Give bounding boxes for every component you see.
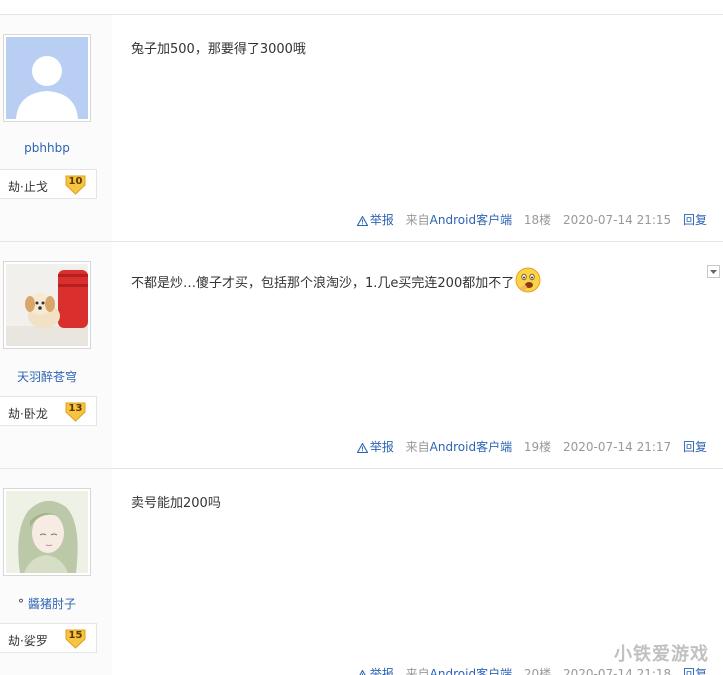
puppy-avatar-icon (6, 264, 88, 346)
author-panel: ° 醬猪肘子 劫·娑罗 15 (0, 469, 112, 675)
client-source[interactable]: 来自Android客户端 (406, 211, 512, 228)
warning-icon (356, 442, 369, 454)
post-content: 兔子加500，那要得了3000哦 (131, 42, 306, 57)
chevron-down-icon (710, 270, 717, 274)
post-floor-19: 天羽醉苍穹 劫·卧龙 13 不都是炒…傻子才买，包括那个浪淘沙，1.几e买完连2… (0, 242, 723, 469)
author-name[interactable]: pbhhbp (0, 141, 94, 155)
level-badge-icon: 10 (64, 173, 87, 195)
client-source[interactable]: 来自Android客户端 (406, 438, 512, 455)
level-name: 劫·卧龙 (8, 407, 48, 421)
default-avatar-icon (6, 37, 88, 119)
reply-link[interactable]: 回复 (683, 211, 707, 228)
post-tail: 举报 来自Android客户端 20楼 2020-07-14 21:18 回复 (349, 665, 707, 675)
floor-number: 20楼 (523, 667, 552, 675)
post-menu-toggle[interactable] (707, 265, 720, 278)
post-content: 不都是炒…傻子才买，包括那个浪淘沙，1.几e买完连200都加不了 (131, 267, 541, 294)
reply-link[interactable]: 回复 (683, 665, 707, 675)
author-name[interactable]: 天羽醉苍穹 (0, 368, 94, 385)
level-info[interactable]: 劫·娑罗 15 (0, 623, 97, 653)
level-badge-icon: 15 (64, 627, 87, 649)
post-time: 2020-07-14 21:15 (563, 213, 672, 227)
author-panel: 天羽醉苍穹 劫·卧龙 13 (0, 242, 112, 468)
report-link[interactable]: 举报 (356, 211, 394, 228)
anime-girl-avatar-icon (6, 491, 88, 573)
level-name: 劫·止戈 (8, 180, 48, 194)
floor-number: 18楼 (523, 213, 552, 227)
report-link[interactable]: 举报 (356, 438, 394, 455)
post-tail: 举报 来自Android客户端 18楼 2020-07-14 21:15 回复 (349, 211, 707, 228)
author-panel: pbhhbp 劫·止戈 10 (0, 15, 112, 241)
level-badge-icon: 13 (64, 400, 87, 422)
avatar[interactable] (3, 34, 91, 122)
watermark: 小铁爱游戏 (614, 644, 709, 665)
level-info[interactable]: 劫·卧龙 13 (0, 396, 97, 426)
author-name[interactable]: ° 醬猪肘子 (0, 595, 94, 612)
warning-icon (359, 669, 366, 675)
warning-icon (356, 215, 369, 227)
post-floor-18: pbhhbp 劫·止戈 10 兔子加500，那要得了3000哦 举报 来自And… (0, 15, 723, 242)
client-source[interactable]: 来自Android客户端 (406, 665, 512, 675)
post-list: pbhhbp 劫·止戈 10 兔子加500，那要得了3000哦 举报 来自And… (0, 0, 723, 675)
post-time: 2020-07-14 21:17 (563, 440, 672, 454)
level-name: 劫·娑罗 (8, 634, 48, 648)
shocked-face-emoji-icon (515, 267, 541, 293)
level-info[interactable]: 劫·止戈 10 (0, 169, 97, 199)
reply-link[interactable]: 回复 (683, 438, 707, 455)
floor-number: 19楼 (523, 440, 552, 454)
report-link[interactable]: 举报 (357, 665, 394, 675)
post-content: 卖号能加200吗 (131, 496, 221, 511)
post-time: 2020-07-14 21:18 (563, 667, 672, 675)
post-tail: 举报 来自Android客户端 19楼 2020-07-14 21:17 回复 (349, 438, 707, 455)
avatar[interactable] (3, 488, 91, 576)
avatar[interactable] (3, 261, 91, 349)
